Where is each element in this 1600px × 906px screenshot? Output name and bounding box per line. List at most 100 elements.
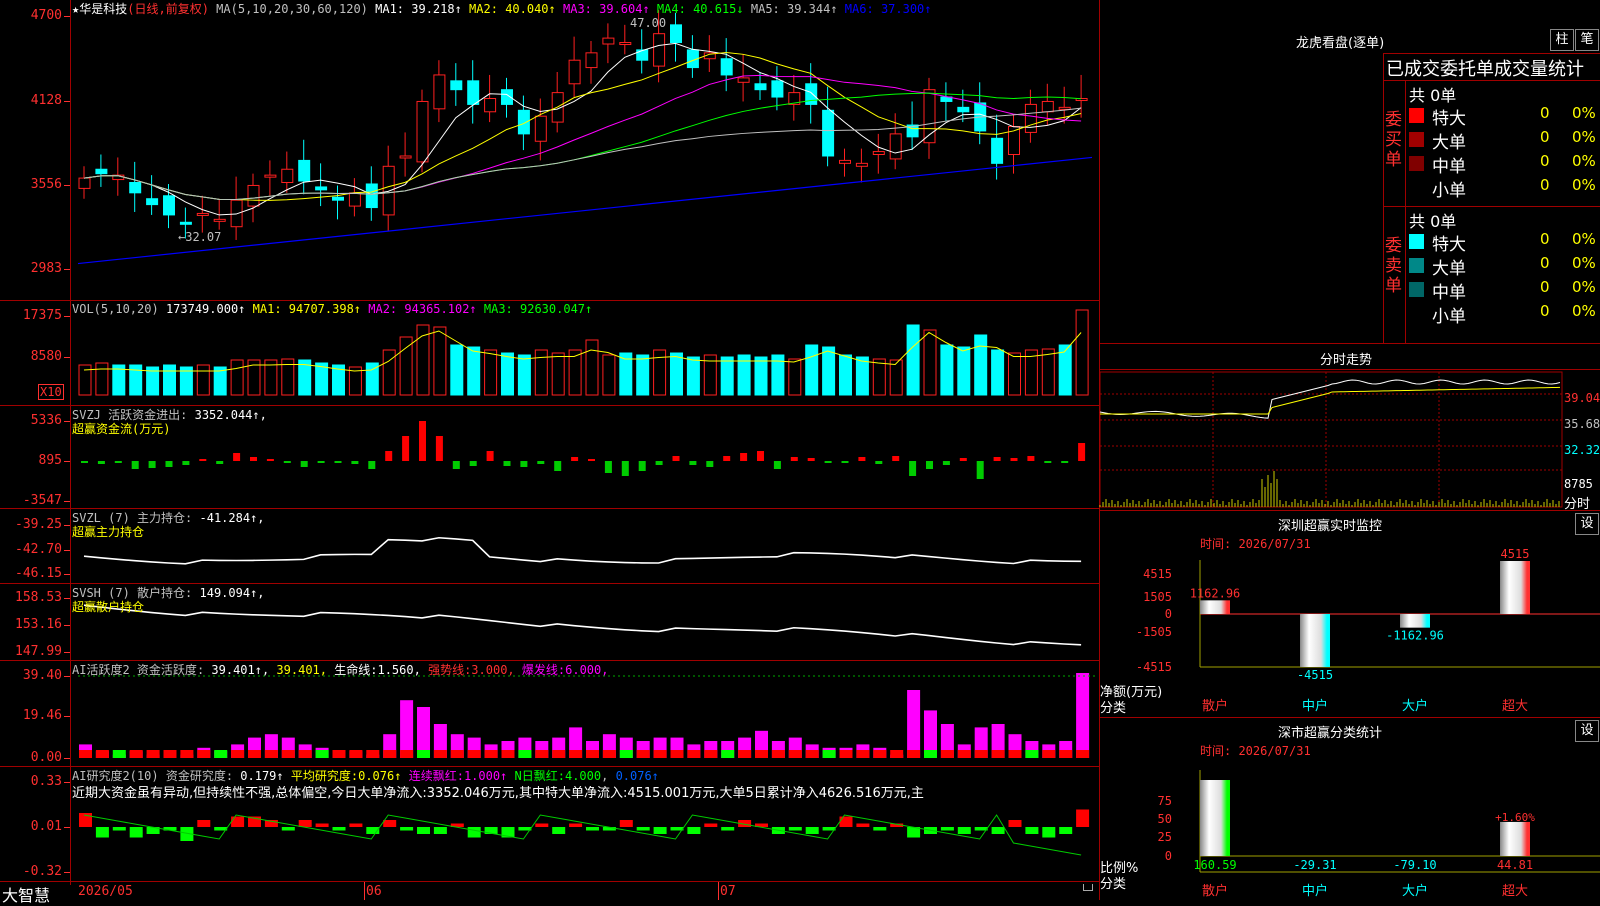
candle-body-33: [636, 49, 649, 61]
ai1-strong-value: 3.000,: [471, 663, 515, 677]
svzj-bar-20: [419, 421, 426, 461]
bar-mode-button[interactable]: 柱: [1550, 29, 1574, 51]
chart-mode[interactable]: (日线,前复权): [127, 2, 209, 16]
ai2-avg-label: 平均研究度:: [290, 769, 359, 783]
ai2-cont-label: 连续飘红:: [408, 769, 464, 783]
vol-legend-value-0: 94707.398↑: [288, 302, 362, 316]
monitor-bar-3: [1500, 561, 1530, 614]
vol-bar-36: [686, 356, 700, 396]
intraday-y-1: 35.68: [1564, 417, 1600, 431]
stroke-mode-button[interactable]: 笔: [1575, 29, 1599, 51]
kline-chart[interactable]: [0, 0, 1100, 900]
ma-legend-key-0: MA1:: [375, 2, 412, 16]
vol-bar-1: [95, 362, 109, 396]
candle-body-41: [771, 80, 784, 98]
classify-bar-label-0: 160.59: [1193, 858, 1236, 872]
vol-bar-47: [872, 358, 886, 396]
ai1-base-40: [755, 750, 768, 758]
svzj-bar-42: [790, 457, 798, 461]
svzj-bar-31: [604, 461, 612, 473]
vol-bar-28: [551, 352, 565, 396]
sell-row-1-n: 大单: [1432, 259, 1466, 279]
svzj-bar-51: [942, 461, 950, 465]
svzj-bar-21: [435, 436, 443, 461]
classify-settings-button[interactable]: 设: [1575, 720, 1599, 742]
lock-icon[interactable]: [1083, 884, 1093, 891]
dragon-mid-line: [1383, 206, 1600, 207]
candle-body-58: [1058, 106, 1071, 110]
ai1-base-27: [535, 750, 549, 758]
monitor-bar-label-0: 1162.96: [1190, 586, 1241, 600]
ai2-bar-34: [653, 827, 667, 834]
vol-legend-value-1: 94365.102↑: [404, 302, 477, 316]
vol-bar-9: [230, 359, 244, 396]
ai2-avg-value: 0.076↑: [358, 769, 402, 783]
vol-bar-21: [433, 326, 447, 396]
vol-bar-50: [923, 329, 937, 396]
svzj-bar-2: [114, 461, 122, 463]
classify-bar-0: [1200, 780, 1230, 856]
vol-bar-35: [670, 352, 683, 396]
ai2-bar-54: [991, 827, 1005, 834]
buy-legend-swatch-0: [1409, 108, 1424, 123]
ai2-bar-9: [231, 816, 245, 827]
candle-body-31: [602, 37, 615, 45]
svsh-line: [83, 604, 1082, 646]
ai2-bar-56: [1025, 827, 1039, 834]
svzj-bar-27: [537, 461, 545, 464]
svzj-bar-50: [926, 461, 933, 469]
ai2-bar-3: [129, 827, 143, 838]
vol-header: VOL(5,10,20) 173749.000↑ MA1: 94707.398↑…: [72, 302, 592, 316]
svzj-bar-14: [317, 461, 325, 463]
ai2-bar-1: [95, 827, 109, 838]
vol-bar-46: [855, 356, 869, 396]
ai1-base-29: [569, 750, 583, 758]
candle-body-13: [298, 159, 311, 182]
intraday-y-0: 39.04: [1564, 391, 1600, 405]
buy-row-3-n: 小单: [1432, 181, 1466, 201]
ai1-base-8: [214, 750, 228, 758]
ai2-bar-33: [636, 827, 650, 831]
ai1-base-18: [383, 750, 397, 758]
ai1-burst-label: 爆发线:: [521, 663, 566, 677]
stock-name: 华是科技: [79, 2, 128, 16]
ai2-bar-7: [197, 820, 211, 827]
vol-bar-14: [315, 362, 329, 396]
monitor-settings-button[interactable]: 设: [1575, 513, 1599, 535]
monitor-bar-2: [1400, 614, 1430, 628]
buy-row-2-p: 0%: [1572, 152, 1596, 170]
svzj-header: SVZJ 活跃资金进出: 3352.044↑,: [72, 408, 267, 422]
sell-row-3-n: 小单: [1432, 307, 1466, 327]
intraday-chart[interactable]: [1099, 370, 1600, 510]
classify-time: 时间: 2026/07/31: [1200, 744, 1311, 758]
vol-bar-44: [822, 346, 836, 396]
ma-legend-value-1: 40.040↑: [505, 2, 556, 16]
ai1-base-20: [417, 750, 430, 758]
svzj-bar-29: [571, 457, 579, 461]
svzj-bar-39: [740, 453, 748, 461]
candle-body-11: [264, 174, 277, 178]
candle-body-47: [872, 151, 885, 156]
intraday-price-line: [1099, 379, 1561, 419]
vol-legend-value-2: 92630.047↑: [520, 302, 593, 316]
ai1-base-3: [129, 750, 143, 758]
ai1-base-35: [670, 750, 684, 758]
svzj-bar-49: [909, 461, 917, 476]
svzj-bar-34: [655, 461, 663, 465]
ai1-base-47: [873, 750, 887, 758]
candle-body-54: [991, 137, 1004, 164]
sell-row-2-v: 0: [1540, 278, 1550, 296]
monitor-cat-1: 中户: [1302, 698, 1328, 714]
svzj-bar-33: [638, 461, 646, 471]
ai1-base-13: [298, 750, 312, 758]
ma-legend-value-5: 37.300↑: [880, 2, 932, 16]
ai1-base-14: [315, 750, 329, 758]
ai2-bar-46: [856, 823, 870, 827]
ai2-bar-55: [1008, 820, 1022, 827]
monitor-cat-0: 散户: [1202, 698, 1228, 714]
buy-row-1-p: 0%: [1572, 128, 1596, 146]
svzl-label: SVZL (7): [72, 511, 130, 525]
svsh-name: 散户持仓: [137, 586, 186, 600]
candle-body-4: [146, 198, 159, 206]
ai2-bar-51: [940, 827, 954, 831]
